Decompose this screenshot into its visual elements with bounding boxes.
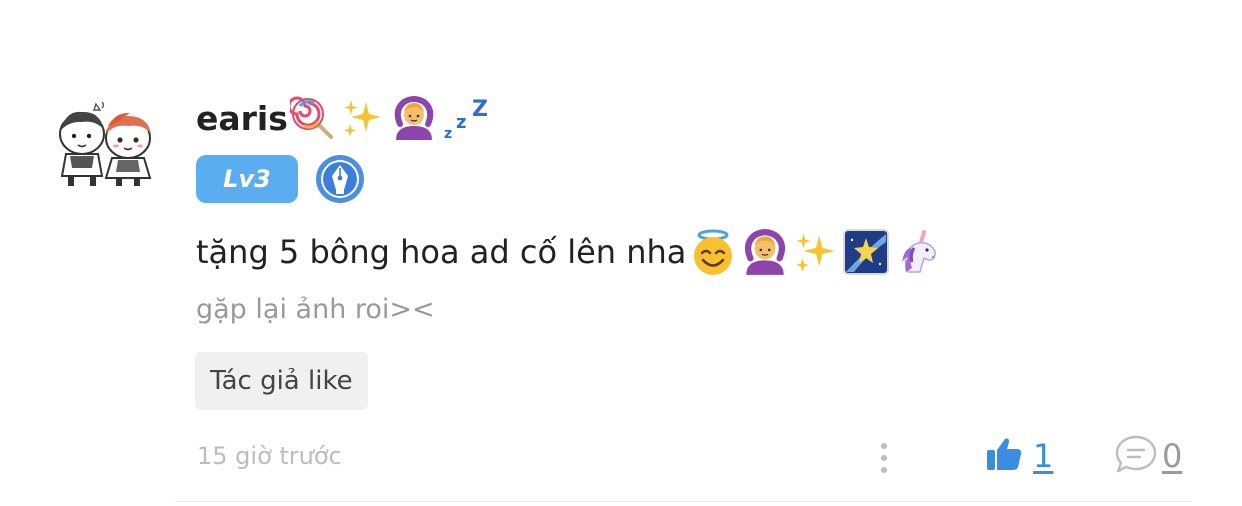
unicorn-icon xyxy=(894,228,942,276)
smiling-face-with-halo-icon xyxy=(688,227,738,277)
user-badges: Lv3 xyxy=(196,154,365,204)
author-like-tag: Tác giả like xyxy=(195,352,368,410)
sparkles-icon xyxy=(340,96,384,140)
divider xyxy=(175,501,1192,502)
reply-preview[interactable]: gặp lại ảnh roi>< xyxy=(196,294,435,325)
zzz-icon: z z Z xyxy=(442,94,494,142)
comment-item: earis z z Z Lv3 tặng 5 bông hoa ad cố lê… xyxy=(0,0,1242,506)
like-button[interactable]: 1 xyxy=(985,436,1053,476)
username[interactable]: earis xyxy=(196,99,288,138)
timestamp: 15 giờ trước xyxy=(197,442,342,470)
reply-button[interactable]: 0 xyxy=(1114,434,1182,478)
username-row[interactable]: earis z z Z xyxy=(196,92,494,144)
comment-text: tặng 5 bông hoa ad cố lên nha xyxy=(196,233,687,271)
more-options-icon[interactable] xyxy=(874,440,894,476)
reply-count[interactable]: 0 xyxy=(1162,437,1182,475)
svg-text:z: z xyxy=(444,126,452,142)
svg-text:z: z xyxy=(456,112,466,133)
speech-bubble-icon xyxy=(1114,434,1158,478)
avatar-illustration xyxy=(59,101,152,186)
level-badge[interactable]: Lv3 xyxy=(196,155,298,203)
milky-way-icon xyxy=(842,228,890,276)
pen-badge-icon[interactable] xyxy=(315,154,365,204)
username-emojis: z z Z xyxy=(289,94,494,142)
svg-text:Z: Z xyxy=(472,97,488,122)
sparkles-icon xyxy=(792,229,838,275)
comment-emojis xyxy=(688,227,942,277)
person-gesturing-ok-icon xyxy=(390,94,438,142)
lollipop-icon xyxy=(289,96,334,140)
person-gesturing-ok-icon xyxy=(740,227,790,277)
like-count[interactable]: 1 xyxy=(1033,437,1053,475)
comment-body: tặng 5 bông hoa ad cố lên nha xyxy=(196,226,942,278)
thumbs-up-icon xyxy=(985,436,1023,476)
avatar[interactable] xyxy=(52,98,158,190)
